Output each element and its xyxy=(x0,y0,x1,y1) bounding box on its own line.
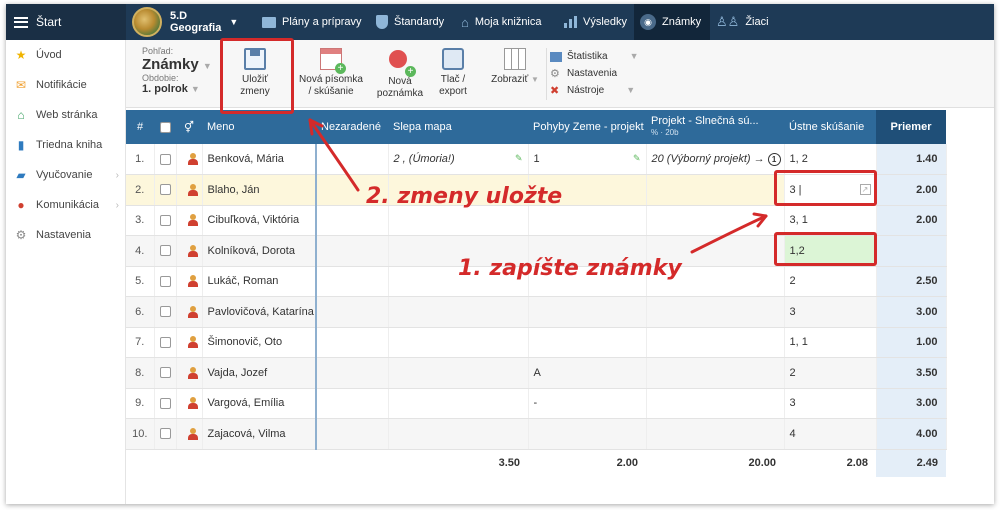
app-window: Štart 5.D Geografia ▼ Plány a prípravy Š… xyxy=(6,4,994,504)
arrow-to-grade-cells xyxy=(690,214,768,254)
annotation-arrows xyxy=(308,118,768,254)
arrow-to-save-button xyxy=(308,118,360,192)
